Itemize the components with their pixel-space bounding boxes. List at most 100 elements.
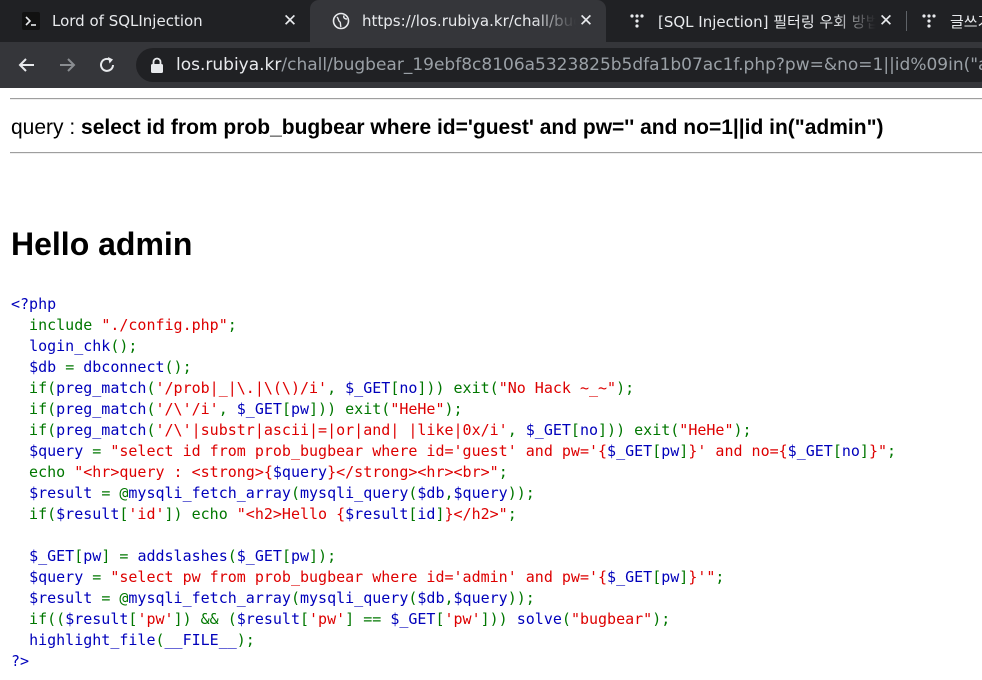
code-line: $query = "select id from prob_bugbear wh… (11, 441, 896, 462)
code-token: ); (444, 400, 463, 418)
code-token: $query (453, 589, 508, 607)
code-token: , (327, 379, 346, 397)
code-token: $result (56, 505, 120, 523)
code-token: ] (679, 568, 689, 586)
code-line: login_chk(); (11, 336, 896, 357)
code-token: = (65, 358, 84, 376)
code-token: ; (715, 568, 725, 586)
code-token: mysqli_fetch_array (128, 484, 291, 502)
code-token: ); (652, 610, 671, 628)
code-token: 'pw' (444, 610, 481, 628)
page-content: query : select id from prob_bugbear wher… (0, 88, 982, 680)
code-token: no (841, 442, 860, 460)
code-token: $result (29, 484, 102, 502)
code-token: [ (281, 400, 291, 418)
code-token: ( (146, 379, 156, 397)
lock-icon[interactable] (150, 57, 164, 73)
code-token: [ (832, 442, 842, 460)
code-token: [ (300, 610, 310, 628)
code-token: $_GET (607, 568, 653, 586)
code-token: mysqli_query (300, 484, 409, 502)
code-token: mysqli_query (300, 589, 409, 607)
code-token: $query (29, 568, 93, 586)
code-token: $_GET (607, 442, 653, 460)
code-token: ])) (480, 610, 517, 628)
code-line: if(preg_match('/\'|substr|ascii|=|or|and… (11, 420, 896, 441)
code-token: ); (733, 421, 752, 439)
code-line: echo "<hr>query : <strong>{$query}</stro… (11, 462, 896, 483)
los-favicon-icon (22, 12, 40, 30)
code-token: }</h2>" (444, 505, 508, 523)
code-token: $db (417, 484, 445, 502)
code-line: highlight_file(__FILE__); (11, 630, 896, 651)
code-token: addslashes (137, 547, 228, 565)
code-token: [ (652, 442, 662, 460)
code-token: [ (74, 547, 84, 565)
code-line: if(preg_match('/prob|_|\.|\(\)/i', $_GET… (11, 378, 896, 399)
close-icon[interactable]: ✕ (576, 11, 596, 31)
tab-sql-injection-filter-bypass[interactable]: [SQL Injection] 필터링 우회 방법 ✕ (606, 0, 906, 42)
code-token: $_GET (525, 421, 571, 439)
code-token: ( (227, 547, 237, 565)
hello-heading: Hello admin (11, 226, 193, 262)
code-token: "<hr>query : <strong>{ (74, 463, 273, 481)
code-token: 'pw' (137, 610, 174, 628)
query-line: query : select id from prob_bugbear wher… (11, 116, 884, 140)
code-token: if( (11, 421, 57, 439)
code-line: if(($result['pw']) && ($result['pw'] == … (11, 609, 896, 630)
code-token: $result (29, 589, 102, 607)
reload-button[interactable] (93, 51, 121, 79)
code-token: preg_match (56, 379, 147, 397)
code-token: ); (616, 379, 635, 397)
code-token: pw (661, 568, 680, 586)
code-token: mysqli_fetch_array (128, 589, 291, 607)
code-line: $result = @mysqli_fetch_array(mysqli_que… (11, 483, 896, 504)
code-token: "HeHe" (390, 400, 445, 418)
code-token: ] (679, 442, 689, 460)
code-line: if(preg_match('/\'/i', $_GET[pw])) exit(… (11, 399, 896, 420)
code-token: "<h2>Hello { (236, 505, 346, 523)
code-token: <?php (11, 295, 57, 313)
code-token: dbconnect (83, 358, 165, 376)
code-token: id (417, 505, 436, 523)
code-token: "./config.php" (101, 316, 228, 334)
code-token: }' and no={ (688, 442, 788, 460)
code-token: ( (146, 421, 156, 439)
code-token: highlight_file (29, 631, 156, 649)
code-token: ; (498, 463, 508, 481)
forward-button[interactable] (53, 51, 81, 79)
code-token: ?> (11, 652, 30, 670)
code-token: }'" (688, 568, 716, 586)
tab-lord-of-sqlinjection[interactable]: Lord of SQLInjection ✕ (0, 0, 310, 42)
code-token: "HeHe" (679, 421, 734, 439)
tab-title: https://los.rubiya.kr/chall/bugbear_19eb… (362, 12, 576, 30)
close-icon[interactable]: ✕ (876, 11, 896, 31)
code-token: ); (236, 631, 255, 649)
tab-write-post[interactable]: 글쓰기 (906, 0, 982, 42)
code-token: ])) exit( (598, 421, 680, 439)
code-token: if( (11, 379, 57, 397)
php-source-code: <?php include "./config.php"; login_chk(… (11, 294, 896, 672)
code-token: ; (227, 316, 237, 334)
tab-bugbear-challenge[interactable]: https://los.rubiya.kr/chall/bugbear_19eb… (310, 0, 606, 42)
code-token: "No Hack ~_~" (498, 379, 617, 397)
code-token: $query (453, 484, 508, 502)
back-button[interactable] (13, 51, 41, 79)
code-line: <?php (11, 294, 896, 315)
code-token: $_GET (236, 400, 282, 418)
code-token: )); (507, 484, 535, 502)
close-icon[interactable]: ✕ (280, 11, 300, 31)
code-token: '/\'/i' (155, 400, 219, 418)
url-path: /chall/bugbear_19ebf8c8106a5323825b5dfa1… (281, 55, 982, 75)
code-token: pw (290, 400, 310, 418)
code-token: login_chk (29, 337, 111, 355)
address-bar[interactable]: los.rubiya.kr/chall/bugbear_19ebf8c8106a… (136, 48, 982, 82)
horizontal-rule (10, 98, 982, 100)
code-token: , (444, 484, 454, 502)
code-token: ; (887, 442, 897, 460)
code-token: "select pw from prob_bugbear where id='a… (110, 568, 608, 586)
code-token: pw (661, 442, 680, 460)
code-token: = (92, 442, 111, 460)
